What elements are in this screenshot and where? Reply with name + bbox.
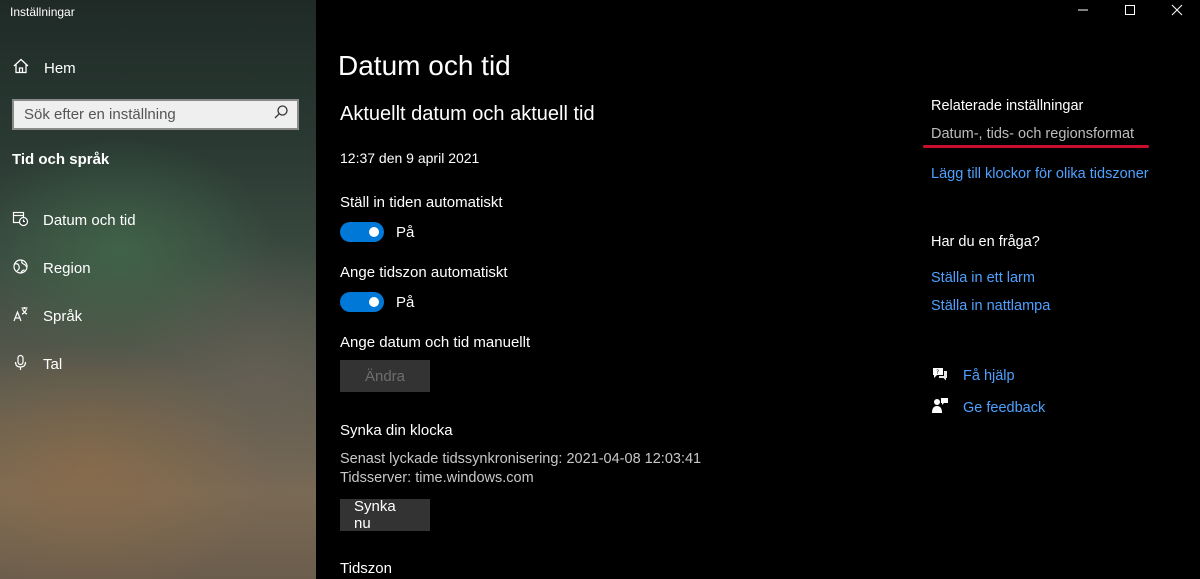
home-icon [12, 57, 30, 79]
get-help-link[interactable]: ? Få hjälp [931, 365, 1015, 387]
sidebar-item-datum-och-tid[interactable]: Datum och tid [12, 210, 136, 231]
related-settings-heading: Relaterade inställningar [931, 98, 1084, 114]
highlight-underline [923, 145, 1149, 148]
last-sync-text: Senast lyckade tidssynkronisering: 2021-… [340, 451, 702, 467]
sidebar: Inställningar Hem Tid och språk Datum oc… [0, 0, 316, 579]
auto-time-label: Ställ in tiden automatiskt [340, 194, 503, 211]
auto-timezone-label: Ange tidszon automatiskt [340, 264, 508, 281]
timezone-heading: Tidszon [340, 560, 392, 577]
main-content: Datum och tid Aktuellt datum och aktuell… [316, 0, 1200, 579]
night-light-link[interactable]: Ställa in nattlampa [931, 298, 1050, 314]
sidebar-section-heading: Tid och språk [12, 151, 110, 168]
get-help-label: Få hjälp [963, 368, 1015, 384]
auto-time-toggle[interactable] [340, 222, 384, 242]
set-alarm-link[interactable]: Ställa in ett larm [931, 270, 1035, 286]
sidebar-item-tal[interactable]: Tal [12, 354, 62, 375]
search-icon[interactable] [273, 104, 289, 125]
sidebar-item-label: Tal [43, 356, 63, 373]
section-title: Aktuellt datum och aktuell tid [340, 103, 595, 125]
help-chat-icon: ? [931, 365, 949, 387]
sync-now-button[interactable]: Synka nu [340, 498, 430, 532]
sidebar-item-label: Språk [43, 308, 83, 325]
language-icon [12, 306, 29, 327]
current-datetime: 12:37 den 9 april 2021 [340, 150, 480, 166]
page-title: Datum och tid [338, 50, 511, 81]
change-button[interactable]: Ändra [340, 360, 430, 392]
manual-datetime-label: Ange datum och tid manuellt [340, 334, 531, 351]
globe-icon [12, 258, 29, 279]
nav-home[interactable]: Hem [12, 57, 76, 79]
search-box[interactable] [12, 99, 299, 130]
date-time-region-format-link[interactable]: Datum-, tids- och regionsformat [931, 126, 1134, 142]
auto-timezone-state: På [396, 293, 415, 311]
sidebar-item-label: Datum och tid [43, 212, 136, 229]
add-clocks-link[interactable]: Lägg till klockor för olika tidszoner [931, 166, 1149, 182]
sync-heading: Synka din klocka [340, 422, 453, 439]
nav-home-label: Hem [44, 59, 76, 77]
calendar-clock-icon [12, 210, 29, 231]
microphone-icon [12, 354, 29, 375]
close-icon [1171, 3, 1183, 21]
feedback-link[interactable]: Ge feedback [931, 397, 1045, 419]
time-server-text: Tidsserver: time.windows.com [340, 470, 534, 486]
auto-timezone-toggle[interactable] [340, 292, 384, 312]
sidebar-item-sprak[interactable]: Språk [12, 306, 82, 327]
maximize-icon [1124, 3, 1136, 21]
window-controls [1059, 0, 1200, 24]
auto-time-state: På [396, 223, 415, 241]
feedback-icon [931, 397, 949, 419]
auto-timezone-toggle-row[interactable]: På [340, 292, 414, 312]
feedback-label: Ge feedback [963, 400, 1046, 416]
minimize-icon [1077, 3, 1089, 21]
search-input[interactable] [24, 106, 273, 123]
svg-text:?: ? [936, 369, 939, 376]
sidebar-item-region[interactable]: Region [12, 258, 91, 279]
app-title: Inställningar [10, 5, 75, 19]
auto-time-toggle-row[interactable]: På [340, 222, 414, 242]
sidebar-item-label: Region [43, 260, 91, 277]
minimize-button[interactable] [1059, 0, 1106, 24]
maximize-button[interactable] [1106, 0, 1153, 24]
close-button[interactable] [1153, 0, 1200, 24]
question-heading: Har du en fråga? [931, 234, 1040, 250]
